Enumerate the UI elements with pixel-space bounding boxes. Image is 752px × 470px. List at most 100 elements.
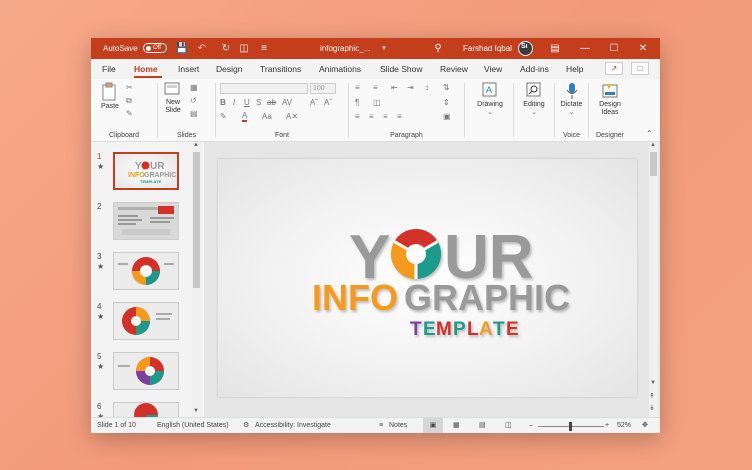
slide-thumbnail[interactable]	[113, 302, 179, 340]
tab-animations[interactable]: Animations	[319, 59, 361, 79]
design-ideas-label-2: Ideas	[601, 109, 619, 116]
new-slide-button[interactable]: New Slide	[160, 82, 186, 115]
collapse-ribbon-icon[interactable]: ⌃	[646, 129, 653, 138]
user-name[interactable]: Farshad Iqbal	[463, 38, 512, 59]
design-ideas-button[interactable]: Design Ideas	[591, 82, 629, 117]
columns-icon[interactable]: ◫	[373, 98, 381, 107]
change-case-icon[interactable]: Aa	[262, 112, 272, 121]
drawing-button[interactable]: A Drawing ⌄	[473, 82, 507, 117]
thumbnail-scrollbar[interactable]: ▲ ▼	[192, 142, 201, 417]
autosave-toggle[interactable]: Off	[143, 43, 167, 53]
slide-thumbnail[interactable]	[113, 202, 179, 240]
scroll-up-icon[interactable]: ▲	[193, 142, 199, 148]
customize-toolbar-icon[interactable]: ≡	[257, 38, 271, 59]
slide-scrollbar[interactable]: ▲ ▼ ↟ ↡	[649, 142, 658, 417]
avatar[interactable]: Sı	[518, 41, 533, 56]
tab-review[interactable]: Review	[440, 59, 468, 79]
chevron-down-icon[interactable]: ▾	[377, 38, 391, 59]
notes-button[interactable]: Notes	[389, 418, 407, 433]
tab-design[interactable]: Design	[216, 59, 242, 79]
rtl-icon[interactable]: ¶	[355, 98, 359, 107]
numbering-icon[interactable]: ≡	[373, 83, 378, 92]
copy-icon[interactable]: ⧉	[126, 96, 132, 106]
line-spacing-icon[interactable]: ↕	[425, 83, 429, 92]
decrease-font-icon[interactable]: Aˇ	[324, 98, 332, 107]
justify-icon[interactable]: ≡	[397, 112, 402, 121]
tab-add-ins[interactable]: Add-ins	[520, 59, 549, 79]
text-direction-icon[interactable]: ⇅	[443, 83, 450, 92]
clear-format-icon[interactable]: A✕	[286, 112, 298, 121]
align-left-icon[interactable]: ≡	[355, 112, 360, 121]
underline-icon[interactable]: U	[244, 98, 250, 107]
tab-slide-show[interactable]: Slide Show	[380, 59, 423, 79]
decrease-indent-icon[interactable]: ⇤	[391, 83, 398, 92]
slide-thumbnail[interactable]	[113, 252, 179, 290]
tab-view[interactable]: View	[484, 59, 502, 79]
reset-icon[interactable]: ↺	[190, 96, 197, 105]
scroll-down-icon[interactable]: ▼	[650, 380, 656, 386]
document-title[interactable]: infographic_...	[320, 38, 370, 59]
bold-icon[interactable]: B	[220, 98, 226, 107]
highlight-icon[interactable]: ✎	[220, 112, 227, 121]
strikethrough-icon[interactable]: ab	[267, 98, 276, 107]
slide-thumbnail[interactable]: Y UR INFO GRAPHIC TEMPLATE	[113, 152, 179, 190]
bullets-icon[interactable]: ≡	[355, 83, 360, 92]
next-slide-icon[interactable]: ↡	[649, 404, 655, 412]
slide-thumbnail[interactable]	[113, 352, 179, 390]
char-spacing-icon[interactable]: AV	[282, 98, 292, 107]
minimize-icon[interactable]: —	[578, 38, 592, 59]
scrollbar-thumb[interactable]	[193, 152, 200, 288]
font-size-dropdown[interactable]: 100	[310, 83, 336, 94]
zoom-slider[interactable]	[538, 422, 604, 431]
increase-indent-icon[interactable]: ⇥	[407, 83, 414, 92]
maximize-icon[interactable]: ☐	[607, 38, 621, 59]
tab-transitions[interactable]: Transitions	[260, 59, 301, 79]
fit-to-window-icon[interactable]: ✥	[642, 418, 648, 433]
reading-view-icon[interactable]: ▤	[479, 418, 486, 433]
align-center-icon[interactable]: ≡	[369, 112, 374, 121]
slideshow-view-icon[interactable]: ◫	[505, 418, 512, 433]
search-icon[interactable]: ⚲	[431, 38, 445, 59]
scroll-up-icon[interactable]: ▲	[650, 142, 656, 148]
accessibility-icon[interactable]: ⚙	[243, 418, 249, 433]
increase-font-icon[interactable]: Aˆ	[310, 98, 318, 107]
present-icon[interactable]: ◫	[237, 38, 251, 59]
layout-icon[interactable]: ▦	[190, 83, 198, 92]
font-color-icon[interactable]: A	[242, 112, 248, 122]
slide-sorter-icon[interactable]: ▦	[453, 418, 460, 433]
format-painter-icon[interactable]: ✎	[126, 109, 133, 118]
scrollbar-thumb[interactable]	[650, 152, 657, 176]
dictate-button[interactable]: Dictate ⌄	[555, 82, 588, 117]
normal-view-icon[interactable]: ▣	[423, 418, 443, 433]
share-icon[interactable]: ↗	[605, 62, 623, 75]
shadow-icon[interactable]: S	[256, 98, 261, 107]
tab-file[interactable]: File	[102, 59, 116, 79]
slide-canvas[interactable]: Y UR INFO GRAPHIC T E M P L A T E	[218, 159, 637, 397]
redo-icon[interactable]: ↻	[219, 38, 233, 59]
smartart-icon[interactable]: ▣	[443, 112, 451, 121]
section-icon[interactable]: ▤	[190, 109, 198, 118]
tab-insert[interactable]: Insert	[178, 59, 199, 79]
zoom-in-icon[interactable]: +	[605, 418, 609, 433]
comments-icon[interactable]: □	[631, 62, 649, 75]
align-text-icon[interactable]: ⇕	[443, 98, 450, 107]
previous-slide-icon[interactable]: ↟	[649, 392, 655, 400]
editing-button[interactable]: Editing ⌄	[516, 82, 552, 117]
font-name-dropdown[interactable]	[220, 83, 308, 94]
cut-icon[interactable]: ✂	[126, 83, 133, 92]
zoom-out-icon[interactable]: –	[529, 418, 533, 433]
italic-icon[interactable]: I	[233, 98, 235, 107]
scroll-down-icon[interactable]: ▼	[193, 408, 199, 414]
paste-button[interactable]: Paste	[97, 82, 123, 111]
save-icon[interactable]: 💾	[175, 38, 189, 59]
tab-help[interactable]: Help	[566, 59, 583, 79]
accessibility-status[interactable]: Accessibility: Investigate	[255, 418, 331, 433]
close-icon[interactable]: ✕	[636, 38, 650, 59]
language-indicator[interactable]: English (United States)	[157, 418, 229, 433]
zoom-level[interactable]: 52%	[617, 418, 631, 433]
notes-icon[interactable]: ≡	[379, 418, 383, 433]
align-right-icon[interactable]: ≡	[383, 112, 388, 121]
zoom-slider-thumb[interactable]	[569, 422, 572, 431]
undo-icon[interactable]: ↶	[195, 38, 209, 59]
ribbon-display-icon[interactable]: ▤	[548, 38, 562, 59]
